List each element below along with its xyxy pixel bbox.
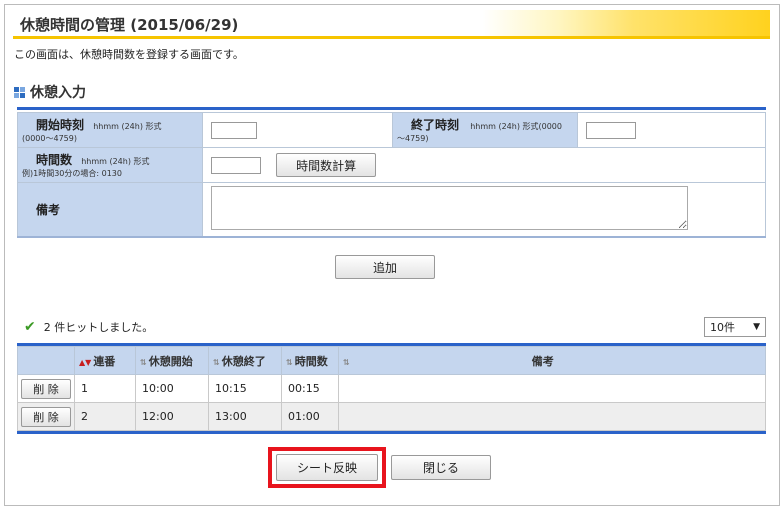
hit-count-text: 2 件ヒットしました。 [43,321,154,334]
header-no[interactable]: ▲▼ 連番 [74,346,136,375]
table-row: 削 除 2 12:00 13:00 01:00 [17,402,766,431]
title-bar: 休憩時間の管理 (2015/06/29) [13,10,770,39]
header-action [17,346,75,375]
end-time-input[interactable] [586,121,636,139]
delete-button[interactable]: 削 除 [21,378,71,399]
row-note [338,374,766,403]
page-title: 休憩時間の管理 (2015/06/29) [20,16,239,34]
row-action-cell: 削 除 [17,374,75,403]
row-note [338,402,766,431]
close-button[interactable]: 閉じる [391,455,491,480]
apply-to-sheet-button[interactable]: シート反映 [276,454,378,481]
end-label-cell: 終了時刻 hhmm (24h) 形式(0000 〜4759) [392,112,578,148]
hit-count: ✔ 2 件ヒットしました。 [24,319,153,335]
header-hours[interactable]: ⇅ 時間数 [281,346,339,375]
delete-button[interactable]: 削 除 [21,406,71,427]
calc-hours-button[interactable]: 時間数計算 [276,153,377,177]
note-textarea[interactable] [211,186,688,230]
note-value-cell [202,182,766,237]
row-hours: 00:15 [281,374,339,403]
check-icon: ✔ [24,319,36,335]
break-input-form: 開始時刻 hhmm (24h) 形式 (0000〜4759) 終了時刻 hhmm… [17,112,766,237]
page-size-select[interactable]: 10件 ▼ [704,317,766,337]
note-label: 備考 [36,203,61,217]
end-value-cell [577,112,766,148]
row-no: 2 [74,402,136,431]
row-hours: 01:00 [281,402,339,431]
section-squares-icon [14,86,25,98]
sort-icon: ⇅ [213,357,220,367]
sort-asc-icon: ▲▼ [79,357,92,367]
break-list-table: ▲▼ 連番 ⇅ 休憩開始 ⇅ 休憩終了 ⇅ 時間数 ⇅ 備考 削 除 1 10:00 10… [17,346,766,431]
page-size-value: 10件 [710,321,735,334]
page-description: この画面は、休憩時間数を登録する画面です。 [14,48,244,61]
header-note[interactable]: ⇅ 備考 [338,346,766,375]
hours-input[interactable] [211,156,261,174]
end-hint: hhmm (24h) 形式(0000 [470,122,562,131]
row-start: 12:00 [135,402,209,431]
add-button[interactable]: 追加 [335,255,435,279]
form-top-divider [17,107,766,110]
hours-hint-example: 例)1時間30分の場合: 0130 [22,169,122,178]
form-bottom-divider [17,236,766,238]
end-hint-range: 〜4759) [397,134,429,143]
row-end: 13:00 [208,402,282,431]
list-header-row: ▲▼ 連番 ⇅ 休憩開始 ⇅ 休憩終了 ⇅ 時間数 ⇅ 備考 [17,346,766,375]
header-start[interactable]: ⇅ 休憩開始 [135,346,209,375]
chevron-down-icon: ▼ [753,322,760,332]
table-row: 削 除 1 10:00 10:15 00:15 [17,374,766,403]
sort-icon: ⇅ [286,357,293,367]
hours-label-cell: 時間数 hhmm (24h) 形式 例)1時間30分の場合: 0130 [17,147,203,183]
start-label: 開始時刻 [36,118,85,132]
hours-label: 時間数 [36,153,73,167]
section-heading-text: 休憩入力 [30,85,86,101]
start-label-cell: 開始時刻 hhmm (24h) 形式 (0000〜4759) [17,112,203,148]
note-label-cell: 備考 [17,182,203,237]
start-time-input[interactable] [211,121,257,139]
start-hint-range: (0000〜4759) [22,134,77,143]
hours-value-cell: 時間数計算 [202,147,766,183]
row-no: 1 [74,374,136,403]
row-action-cell: 削 除 [17,402,75,431]
start-hint: hhmm (24h) 形式 [93,122,162,131]
sort-icon: ⇅ [343,357,350,367]
hours-hint: hhmm (24h) 形式 [81,157,150,166]
sort-icon: ⇅ [140,357,147,367]
title-underline [13,36,770,39]
start-value-cell [202,112,393,148]
list-bottom-divider [17,431,766,434]
row-end: 10:15 [208,374,282,403]
end-label: 終了時刻 [411,118,460,132]
header-end[interactable]: ⇅ 休憩終了 [208,346,282,375]
section-heading: 休憩入力 [14,82,86,102]
row-start: 10:00 [135,374,209,403]
